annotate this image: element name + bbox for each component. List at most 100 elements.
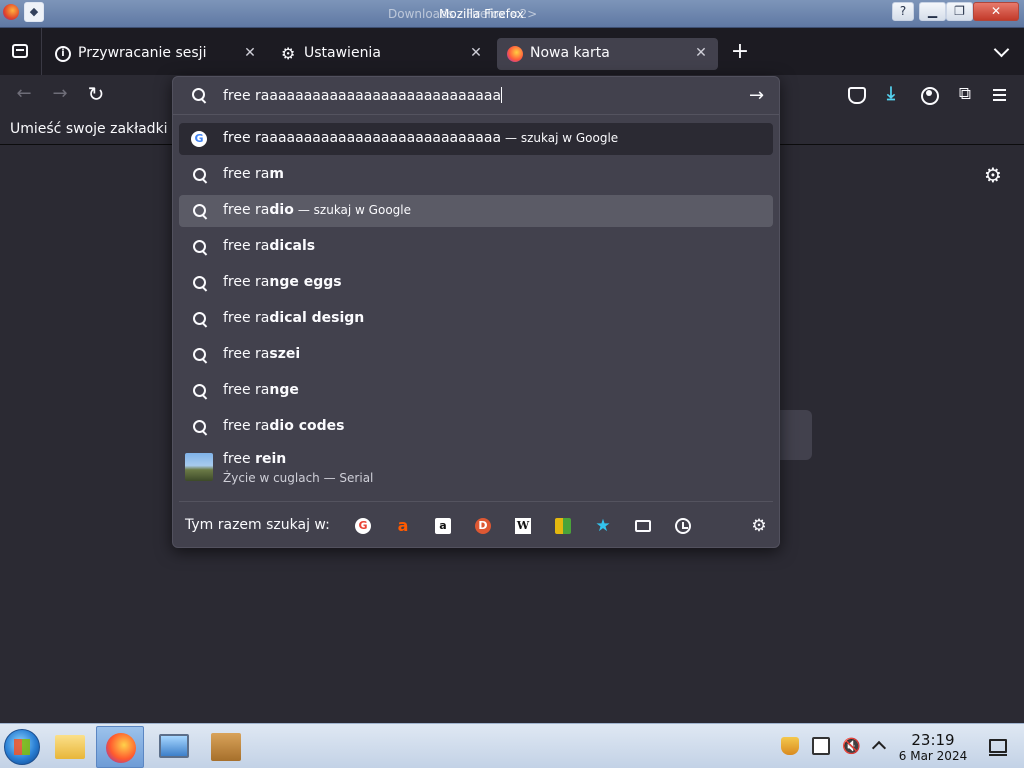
suggestion-text: free radio codes bbox=[223, 418, 345, 434]
search-settings-gear-icon[interactable]: ⚙ bbox=[751, 518, 767, 535]
page-card-edge bbox=[780, 410, 812, 460]
personalize-gear-icon[interactable]: ⚙ bbox=[982, 164, 1004, 186]
clock-date[interactable]: 6 Mar 2024 bbox=[892, 749, 974, 763]
suggestion-row-selected[interactable]: free radio — szukaj w Google bbox=[179, 195, 773, 227]
suggestion-text: free radical design bbox=[223, 310, 365, 326]
tab-label: Nowa karta bbox=[530, 45, 610, 61]
clipboard-icon[interactable] bbox=[812, 737, 830, 755]
taskbar: 🔇 23:19 6 Mar 2024 bbox=[0, 723, 1024, 768]
file-manager-taskbar-icon[interactable] bbox=[46, 726, 94, 768]
firefox-view-icon bbox=[12, 44, 28, 58]
go-arrow-icon[interactable]: → bbox=[749, 85, 764, 106]
tab-strip: i Przywracanie sesji ✕ ⚙ Ustawienia ✕ No… bbox=[0, 28, 1024, 75]
google-icon bbox=[191, 131, 207, 147]
amazon-engine-icon[interactable]: a bbox=[435, 518, 451, 534]
tab-session-restore[interactable]: i Przywracanie sesji ✕ bbox=[45, 38, 267, 70]
suggestion-row[interactable]: free range bbox=[179, 375, 773, 407]
info-icon: i bbox=[55, 46, 71, 62]
url-input-value[interactable]: free raaaaaaaaaaaaaaaaaaaaaaaaaaaa bbox=[223, 87, 503, 104]
search-icon bbox=[193, 420, 207, 434]
one-off-search-bar: Tym razem szukaj w: G a a D W ★ ⚙ bbox=[179, 501, 773, 547]
close-window-button[interactable]: ✕ bbox=[973, 2, 1019, 21]
one-off-label: Tym razem szukaj w: bbox=[185, 517, 330, 533]
history-clock-icon[interactable] bbox=[675, 518, 691, 534]
list-all-tabs-chevron-icon[interactable] bbox=[993, 44, 1011, 58]
maximize-button[interactable]: ❐ bbox=[946, 2, 973, 21]
hamburger-menu-icon[interactable] bbox=[988, 83, 1012, 107]
search-icon bbox=[193, 276, 207, 290]
firefox-taskbar-icon[interactable] bbox=[96, 726, 144, 768]
window-title: Mozilla Firefox bbox=[439, 7, 524, 21]
close-tab-icon[interactable]: ✕ bbox=[241, 44, 259, 62]
volume-muted-icon[interactable]: 🔇 bbox=[842, 737, 861, 755]
folder-icon bbox=[55, 735, 85, 759]
search-icon bbox=[193, 168, 207, 182]
wikipedia-engine-icon[interactable]: W bbox=[515, 518, 531, 534]
show-desktop-icon[interactable] bbox=[989, 739, 1007, 756]
bookmarks-star-icon[interactable]: ★ bbox=[595, 518, 611, 535]
bookmarks-placeholder-text: Umieść swoje zakładki n bbox=[10, 121, 181, 137]
suggestion-row[interactable]: free raszei bbox=[179, 339, 773, 371]
suggestion-text: free range bbox=[223, 382, 299, 398]
close-tab-icon[interactable]: ✕ bbox=[467, 44, 485, 62]
start-button[interactable] bbox=[4, 729, 40, 765]
monitor-icon bbox=[159, 734, 189, 758]
reload-button[interactable]: ↻ bbox=[84, 83, 108, 107]
window-titlebar: ◆ Downloads - Firefox <2> Mozilla Firefo… bbox=[0, 0, 1024, 28]
minimize-button[interactable]: ▁ bbox=[919, 2, 946, 21]
google-engine-icon[interactable]: G bbox=[355, 518, 371, 534]
suggestion-text: free range eggs bbox=[223, 274, 342, 290]
package-manager-taskbar-icon[interactable] bbox=[202, 726, 250, 768]
pin-window-icon[interactable]: ◆ bbox=[24, 2, 44, 22]
suggestion-row[interactable]: free raaaaaaaaaaaaaaaaaaaaaaaaaaaa— szuk… bbox=[179, 123, 773, 155]
suggestion-thumbnail bbox=[185, 453, 213, 481]
suggestion-row[interactable]: free radical design bbox=[179, 303, 773, 335]
tab-label: Przywracanie sesji bbox=[78, 45, 207, 61]
suggestion-text: free ram bbox=[223, 166, 284, 182]
control-panel-taskbar-icon[interactable] bbox=[150, 726, 198, 768]
search-icon bbox=[193, 240, 207, 254]
allegro-engine-icon[interactable]: a bbox=[395, 518, 411, 534]
url-input[interactable]: free raaaaaaaaaaaaaaaaaaaaaaaaaaaa → bbox=[173, 77, 779, 115]
firefox-app-icon[interactable] bbox=[3, 4, 19, 20]
new-tab-button[interactable]: + bbox=[729, 41, 751, 64]
search-icon bbox=[193, 312, 207, 326]
firefox-view-button[interactable] bbox=[0, 28, 42, 75]
tab-label: Ustawienia bbox=[304, 45, 381, 61]
close-tab-icon[interactable]: ✕ bbox=[692, 44, 710, 62]
clock-time[interactable]: 23:19 bbox=[898, 731, 968, 749]
suggestion-text: free raaaaaaaaaaaaaaaaaaaaaaaaaaaa — szuk… bbox=[223, 130, 619, 146]
suggestion-row[interactable]: free range eggs bbox=[179, 267, 773, 299]
forward-button[interactable]: → bbox=[48, 83, 72, 107]
back-button[interactable]: ← bbox=[12, 83, 36, 107]
suggestion-row[interactable]: free radio codes bbox=[179, 411, 773, 443]
duckduckgo-engine-icon[interactable]: D bbox=[475, 518, 491, 534]
tray-expand-chevron-icon[interactable] bbox=[870, 737, 888, 755]
account-icon[interactable] bbox=[917, 83, 941, 107]
tabs-icon[interactable] bbox=[635, 520, 651, 532]
firefox-icon bbox=[106, 733, 136, 763]
urlbar-popup: free raaaaaaaaaaaaaaaaaaaaaaaaaaaa → fre… bbox=[172, 76, 780, 548]
multi-engine-icon[interactable] bbox=[555, 518, 571, 534]
rich-suggestion-row[interactable]: free rein Życie w cuglach — Serial bbox=[179, 447, 773, 493]
suggestion-subtitle: Życie w cuglach — Serial bbox=[223, 471, 374, 485]
pocket-icon[interactable] bbox=[844, 83, 868, 107]
help-button[interactable]: ? bbox=[892, 2, 914, 21]
suggestion-text: free radio — szukaj w Google bbox=[223, 202, 411, 218]
search-icon bbox=[193, 348, 207, 362]
tab-new-tab[interactable]: Nowa karta ✕ bbox=[497, 38, 718, 70]
download-icon[interactable]: ⤓ bbox=[879, 83, 903, 107]
suggestion-row[interactable]: free radicals bbox=[179, 231, 773, 263]
suggestion-text: free rein bbox=[223, 451, 287, 467]
gear-icon: ⚙ bbox=[281, 44, 296, 63]
security-shield-icon[interactable] bbox=[781, 737, 799, 755]
suggestion-text: free radicals bbox=[223, 238, 316, 254]
package-icon bbox=[211, 733, 241, 761]
suggestion-row[interactable]: free ram bbox=[179, 159, 773, 191]
search-icon bbox=[193, 204, 207, 218]
extensions-icon[interactable]: ⧉ bbox=[953, 83, 977, 107]
search-icon bbox=[192, 88, 206, 102]
firefox-icon bbox=[507, 46, 523, 62]
suggestion-text: free raszei bbox=[223, 346, 301, 362]
tab-settings[interactable]: ⚙ Ustawienia ✕ bbox=[271, 38, 493, 70]
